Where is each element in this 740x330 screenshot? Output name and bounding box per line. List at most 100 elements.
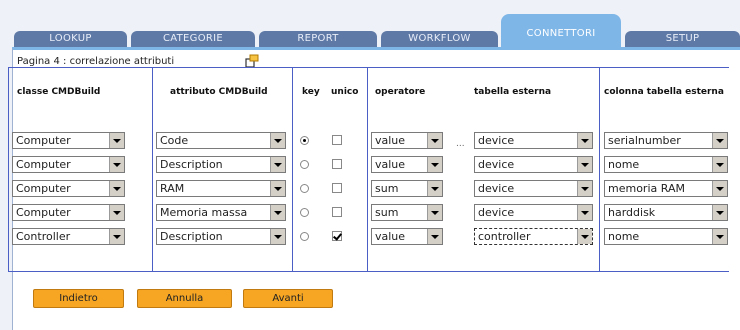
attributo-select[interactable]: RAM xyxy=(156,180,286,197)
classe-value: Controller xyxy=(16,230,71,243)
operatore-value: value xyxy=(375,158,406,171)
chevron-down-icon[interactable] xyxy=(577,205,592,220)
tab-lookup[interactable]: LOOKUP xyxy=(14,31,127,47)
chevron-down-icon[interactable] xyxy=(427,205,442,220)
classe-select[interactable]: Computer xyxy=(12,156,125,173)
ellipsis: ... xyxy=(456,139,465,149)
attributo-value: Memoria massa xyxy=(160,206,248,219)
operatore-select[interactable]: value xyxy=(371,156,443,173)
tabella-select[interactable]: device xyxy=(474,180,593,197)
column-divider xyxy=(152,68,153,271)
tabella-select[interactable]: controller xyxy=(474,228,593,245)
operatore-select[interactable]: sum xyxy=(371,204,443,221)
colonna-value: harddisk xyxy=(608,206,656,219)
unico-checkbox[interactable] xyxy=(332,231,342,241)
tab-setup[interactable]: SETUP xyxy=(625,31,740,47)
key-radio[interactable] xyxy=(300,160,309,169)
chevron-down-icon[interactable] xyxy=(109,205,124,220)
chevron-down-icon[interactable] xyxy=(577,181,592,196)
chevron-down-icon[interactable] xyxy=(270,229,285,244)
next-button[interactable]: Avanti xyxy=(243,289,333,308)
attributo-select[interactable]: Code xyxy=(156,132,286,149)
tabella-value: device xyxy=(478,134,515,147)
operatore-select[interactable]: value xyxy=(371,228,443,245)
colonna-select[interactable]: memoria RAM xyxy=(604,180,728,197)
chevron-down-icon[interactable] xyxy=(109,157,124,172)
tabella-value: device xyxy=(478,158,515,171)
chevron-down-icon[interactable] xyxy=(427,229,442,244)
tab-connettori[interactable]: CONNETTORI xyxy=(501,14,621,48)
chevron-down-icon[interactable] xyxy=(577,133,592,148)
classe-value: Computer xyxy=(16,182,71,195)
classe-select[interactable]: Controller xyxy=(12,228,125,245)
chevron-down-icon[interactable] xyxy=(270,181,285,196)
back-button[interactable]: Indietro xyxy=(33,289,124,308)
operatore-select[interactable]: sum xyxy=(371,180,443,197)
chevron-down-icon[interactable] xyxy=(712,205,727,220)
chevron-down-icon[interactable] xyxy=(712,181,727,196)
key-radio[interactable] xyxy=(300,232,309,241)
page-title: Pagina 4 : correlazione attributi xyxy=(17,56,175,67)
unico-checkbox[interactable] xyxy=(332,159,342,169)
unico-checkbox[interactable] xyxy=(332,207,342,217)
chevron-down-icon[interactable] xyxy=(270,205,285,220)
attributo-value: Description xyxy=(160,230,223,243)
tab-report[interactable]: REPORT xyxy=(259,31,377,47)
chevron-down-icon[interactable] xyxy=(712,229,727,244)
operatore-value: sum xyxy=(375,206,399,219)
operatore-value: value xyxy=(375,134,406,147)
tab-categorie[interactable]: CATEGORIE xyxy=(131,31,255,47)
colonna-select[interactable]: serialnumber xyxy=(604,132,728,149)
chevron-down-icon[interactable] xyxy=(712,157,727,172)
column-divider xyxy=(367,68,368,271)
classe-select[interactable]: Computer xyxy=(12,132,125,149)
colonna-select[interactable]: nome xyxy=(604,228,728,245)
attributo-value: Code xyxy=(160,134,189,147)
chevron-down-icon[interactable] xyxy=(109,229,124,244)
chevron-down-icon[interactable] xyxy=(427,157,442,172)
tabella-select[interactable]: device xyxy=(474,132,593,149)
chevron-down-icon[interactable] xyxy=(577,157,592,172)
classe-select[interactable]: Computer xyxy=(12,204,125,221)
chevron-down-icon[interactable] xyxy=(270,133,285,148)
colonna-value: nome xyxy=(608,158,640,171)
colonna-value: nome xyxy=(608,230,640,243)
key-radio[interactable] xyxy=(300,136,309,145)
classe-value: Computer xyxy=(16,158,71,171)
colonna-value: memoria RAM xyxy=(608,182,685,195)
colonna-select[interactable]: nome xyxy=(604,156,728,173)
classe-select[interactable]: Computer xyxy=(12,180,125,197)
colonna-select[interactable]: harddisk xyxy=(604,204,728,221)
chevron-down-icon[interactable] xyxy=(109,181,124,196)
tabella-value: device xyxy=(478,206,515,219)
attributo-select[interactable]: Description xyxy=(156,228,286,245)
attributo-value: Description xyxy=(160,158,223,171)
operatore-select[interactable]: value xyxy=(371,132,443,149)
chevron-down-icon[interactable] xyxy=(427,181,442,196)
attributo-select[interactable]: Memoria massa xyxy=(156,204,286,221)
unico-checkbox[interactable] xyxy=(332,135,342,145)
column-divider xyxy=(599,68,600,271)
attributo-value: RAM xyxy=(160,182,185,195)
unico-checkbox[interactable] xyxy=(332,183,342,193)
tab-workflow[interactable]: WORKFLOW xyxy=(381,31,498,47)
classe-value: Computer xyxy=(16,206,71,219)
tab-bar: LOOKUP CATEGORIE REPORT WORKFLOW CONNETT… xyxy=(0,0,740,48)
key-radio[interactable] xyxy=(300,184,309,193)
key-radio[interactable] xyxy=(300,208,309,217)
tabella-select[interactable]: device xyxy=(474,156,593,173)
operatore-value: value xyxy=(375,230,406,243)
cancel-button[interactable]: Annulla xyxy=(137,289,232,308)
chevron-down-icon[interactable] xyxy=(270,157,285,172)
chevron-down-icon[interactable] xyxy=(427,133,442,148)
classe-value: Computer xyxy=(16,134,71,147)
tabella-select[interactable]: device xyxy=(474,204,593,221)
window-icon[interactable] xyxy=(245,54,259,68)
operatore-value: sum xyxy=(375,182,399,195)
tabella-value: controller xyxy=(478,230,531,243)
attributo-select[interactable]: Description xyxy=(156,156,286,173)
chevron-down-icon[interactable] xyxy=(712,133,727,148)
tabella-value: device xyxy=(478,182,515,195)
chevron-down-icon[interactable] xyxy=(577,229,592,244)
chevron-down-icon[interactable] xyxy=(109,133,124,148)
